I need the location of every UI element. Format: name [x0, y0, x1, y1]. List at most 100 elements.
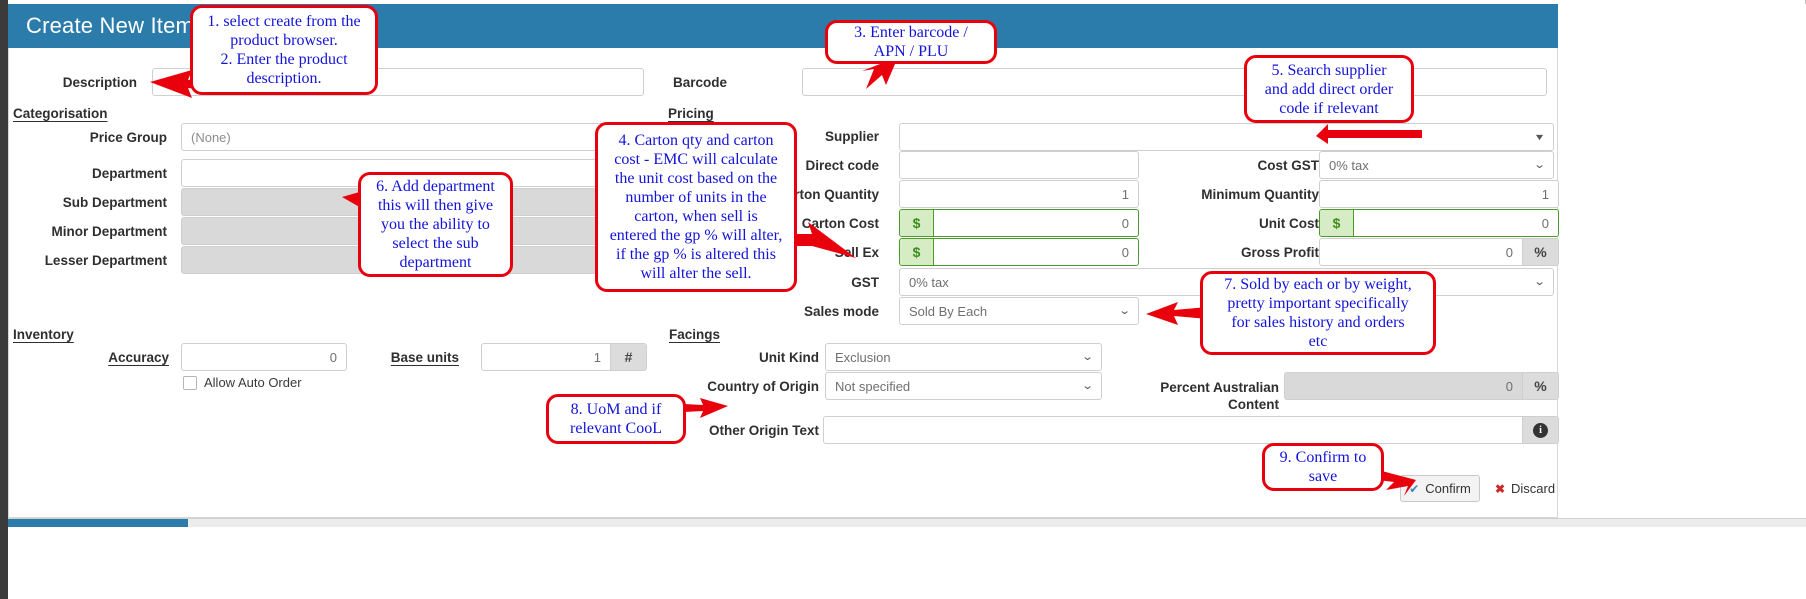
- sales-mode-label: Sales mode: [803, 304, 879, 319]
- annotation-3-line-3: code if relevant: [1279, 99, 1379, 117]
- annotation-callout-4: 4. Carton qty and carton cost - EMC will…: [595, 122, 797, 292]
- chevron-down-icon: ⌄: [1081, 379, 1094, 392]
- base-units-value: 1: [593, 349, 601, 365]
- annotation-5-line-5: department: [399, 254, 472, 271]
- unit-kind-value: Exclusion: [835, 349, 891, 365]
- allow-auto-order-label: Allow Auto Order: [204, 375, 302, 390]
- percent-icon: %: [1522, 239, 1558, 265]
- annotation-callout-7: 8. UoM and if relevant CooL: [546, 394, 686, 444]
- gst-value: 0% tax: [909, 274, 949, 290]
- department-label: Department: [91, 166, 167, 181]
- unit-kind-label: Unit Kind: [759, 350, 819, 365]
- annotation-4-line-6: entered the gp % will alter,: [609, 227, 783, 244]
- chevron-down-icon: ⌄: [1533, 158, 1546, 171]
- unit-cost-input[interactable]: $ 0: [1319, 209, 1559, 237]
- annotation-callout-1: 1. select create from the product browse…: [190, 5, 378, 95]
- annotation-1-line-2: product browser.: [230, 32, 338, 49]
- inventory-heading: Inventory: [13, 327, 74, 342]
- right-panel: [1559, 4, 1806, 518]
- minimum-quantity-input[interactable]: 1: [1319, 180, 1559, 208]
- annotation-8-line-1: 9. Confirm to: [1279, 449, 1367, 466]
- cost-gst-label: Cost GST: [1257, 158, 1319, 173]
- country-of-origin-select[interactable]: Not specified ⌄: [825, 372, 1102, 400]
- cost-gst-value: 0% tax: [1329, 157, 1369, 173]
- unit-cost-label: Unit Cost: [1259, 216, 1319, 231]
- base-units-label: Base units: [390, 350, 459, 365]
- page-title: Create New Item: [26, 13, 195, 38]
- price-group-input[interactable]: (None): [181, 123, 647, 151]
- annotation-1-line-3: 2. Enter the product: [220, 51, 348, 68]
- pricing-heading: Pricing: [668, 106, 714, 121]
- annotation-5-line-1: 6. Add department: [376, 178, 495, 195]
- cross-icon: ✖: [1494, 481, 1505, 496]
- unit-cost-value: 0: [1541, 215, 1549, 231]
- dollar-icon: $: [900, 239, 934, 265]
- annotation-callout-2: 3. Enter barcode / APN / PLU: [825, 20, 997, 64]
- chevron-down-icon: ⌄: [1118, 304, 1131, 317]
- accuracy-value: 0: [329, 349, 337, 365]
- allow-auto-order-checkbox[interactable]: [183, 375, 197, 390]
- annotation-4-line-4: number of units in the: [625, 189, 767, 206]
- gross-profit-label: Gross Profit: [1240, 245, 1319, 260]
- allow-auto-order-row[interactable]: Allow Auto Order: [183, 375, 302, 390]
- categorisation-heading: Categorisation: [13, 106, 108, 121]
- country-of-origin-value: Not specified: [835, 378, 911, 394]
- annotation-callout-5: 6. Add department this will then give yo…: [358, 172, 513, 277]
- base-units-input[interactable]: 1 #: [481, 343, 647, 371]
- price-group-value: (None): [191, 129, 231, 145]
- country-of-origin-label: Country of Origin: [707, 379, 819, 394]
- percent-australian-label-line2: Content: [1228, 397, 1279, 412]
- annotation-6-line-4: etc: [1308, 333, 1328, 350]
- barcode-label: Barcode: [672, 75, 727, 90]
- annotation-1-line-1: 1. select create from the: [207, 13, 361, 30]
- annotation-4-line-3: the unit cost based on the: [614, 170, 778, 187]
- annotation-7-line-2: relevant CooL: [570, 420, 662, 437]
- sell-ex-value: 0: [1121, 244, 1129, 260]
- other-origin-text-value: [824, 417, 1522, 443]
- gross-profit-input[interactable]: 0 %: [1319, 238, 1559, 266]
- price-group-label: Price Group: [89, 130, 167, 145]
- annotation-5-line-2: this will then give: [377, 197, 494, 214]
- annotation-4-line-2: cost - EMC will calculate: [614, 151, 778, 168]
- sales-mode-value: Sold By Each: [909, 303, 988, 319]
- annotation-5-line-3: you the ability to: [381, 216, 490, 233]
- lesser-department-label: Lesser Department: [44, 253, 167, 268]
- annotation-6-line-3: for sales history and orders: [1231, 314, 1405, 331]
- dollar-icon: $: [900, 210, 934, 236]
- sell-ex-input[interactable]: $ 0: [899, 238, 1139, 266]
- hash-icon: #: [610, 344, 646, 370]
- carton-cost-input[interactable]: $ 0: [899, 209, 1139, 237]
- percent-australian-content-input[interactable]: 0 %: [1284, 372, 1559, 400]
- supplier-select[interactable]: ▼: [899, 123, 1554, 151]
- annotation-1-line-4: description.: [246, 70, 322, 87]
- unit-kind-select[interactable]: Exclusion ⌄: [825, 343, 1102, 371]
- annotation-3-line-1: 5. Search supplier: [1271, 61, 1387, 79]
- carton-quantity-input[interactable]: 1: [899, 180, 1139, 208]
- annotation-4-line-5: carton, when sell is: [634, 208, 758, 225]
- description-label: Description: [62, 75, 137, 90]
- accuracy-input[interactable]: 0: [181, 343, 347, 371]
- annotation-callout-8: 9. Confirm to save: [1262, 443, 1384, 491]
- confirm-button-label: Confirm: [1425, 481, 1471, 496]
- chevron-down-icon: ⌄: [1533, 275, 1546, 288]
- dollar-icon: $: [1320, 210, 1354, 236]
- annotation-4-arrow: [792, 222, 856, 258]
- discard-button-label: Discard: [1511, 481, 1556, 496]
- direct-code-input[interactable]: [899, 151, 1139, 179]
- sales-mode-select[interactable]: Sold By Each ⌄: [899, 297, 1139, 325]
- cost-gst-select[interactable]: 0% tax ⌄: [1319, 151, 1554, 179]
- gross-profit-value: 0: [1505, 244, 1513, 260]
- annotation-2-line-2: APN / PLU: [873, 43, 949, 60]
- percent-australian-content-value: 0: [1505, 378, 1513, 394]
- chevron-down-icon: ▼: [1533, 131, 1546, 142]
- info-icon-button[interactable]: i: [1522, 417, 1558, 443]
- info-icon: i: [1533, 422, 1548, 438]
- other-origin-text-input[interactable]: i: [823, 416, 1559, 444]
- horizontal-scrollbar-thumb[interactable]: [8, 519, 188, 527]
- horizontal-scrollbar[interactable]: [8, 519, 1806, 527]
- sub-department-label: Sub Department: [62, 195, 167, 210]
- discard-button[interactable]: ✖ Discard: [1488, 475, 1562, 502]
- carton-quantity-value: 1: [1121, 186, 1129, 202]
- accuracy-label: Accuracy: [108, 350, 169, 365]
- percent-icon: %: [1522, 373, 1558, 399]
